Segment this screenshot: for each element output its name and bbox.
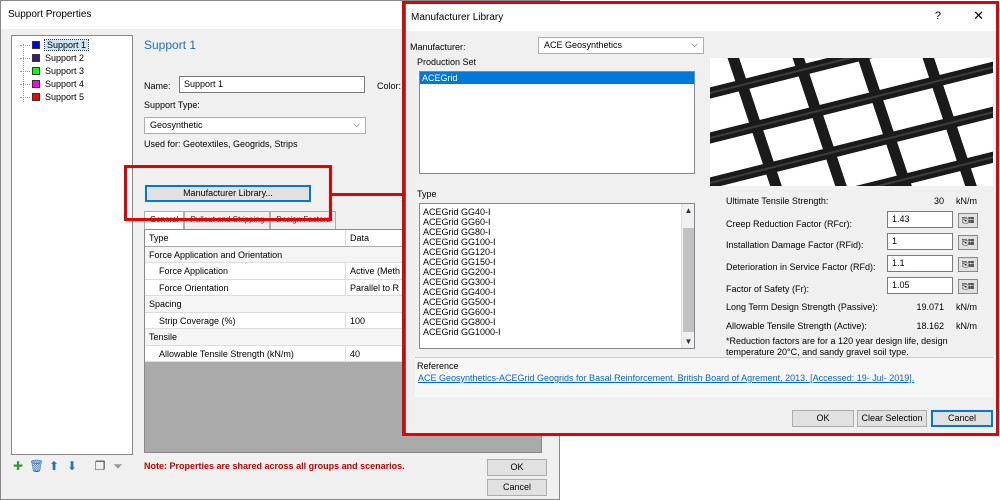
- move-up-icon[interactable]: ⬆: [47, 459, 61, 474]
- type-list[interactable]: ACEGrid GG40-I ACEGrid GG60-I ACEGrid GG…: [419, 203, 695, 349]
- delete-icon[interactable]: 🗑: [29, 459, 44, 474]
- ltds-label: Long Term Design Strength (Passive):: [726, 302, 878, 312]
- tree-item-support-4[interactable]: Support 4: [20, 78, 84, 90]
- color-swatch: [32, 80, 40, 88]
- name-input[interactable]: Support 1: [179, 76, 365, 93]
- list-item[interactable]: ACEGrid GG150-I: [423, 257, 496, 267]
- ultimate-tensile-value: 30: [933, 196, 944, 206]
- manufacturer-label: Manufacturer:: [410, 42, 466, 52]
- rfd-input[interactable]: 1.1: [887, 255, 953, 272]
- cancel-button[interactable]: Cancel: [487, 479, 547, 496]
- support-tree[interactable]: Support 1 Support 2 Support 3 Support 4 …: [11, 35, 133, 455]
- list-item[interactable]: ACEGrid GG80-I: [423, 227, 491, 237]
- unit-label: kN/m: [956, 302, 977, 312]
- calculator-icon[interactable]: ⎘▦: [958, 235, 978, 250]
- color-swatch: [32, 93, 40, 101]
- production-set-label: Production Set: [417, 57, 477, 67]
- tree-item-support-2[interactable]: Support 2: [20, 52, 84, 64]
- move-down-icon[interactable]: ⬇: [65, 459, 79, 474]
- fr-input[interactable]: 1.05: [887, 277, 953, 294]
- cancel-button[interactable]: Cancel: [931, 410, 993, 427]
- shared-properties-note: Note: Properties are shared across all g…: [144, 461, 405, 471]
- chevron-down-icon: ⌵: [691, 39, 698, 49]
- dialog-title: Manufacturer Library: [411, 12, 504, 23]
- list-item[interactable]: ACEGrid GG40-I: [423, 207, 491, 217]
- list-item[interactable]: ACEGrid GG60-I: [423, 217, 491, 227]
- list-item[interactable]: ACEGrid GG800-I: [423, 317, 496, 327]
- color-swatch: [32, 54, 40, 62]
- tree-item-support-5[interactable]: Support 5: [20, 91, 84, 103]
- support-heading: Support 1: [144, 38, 197, 52]
- rfd-label: Deterioration in Service Factor (RFd):: [726, 262, 876, 272]
- tree-toolbar: ✚ 🗑 ⬆ ⬇ ❐ ⏷: [11, 459, 125, 474]
- ats-value: 18.162: [916, 321, 944, 331]
- color-swatch: [32, 41, 40, 49]
- tab-general[interactable]: General: [144, 211, 185, 229]
- color-label: Color:: [377, 81, 402, 91]
- rfcr-label: Creep Reduction Factor (RFcr):: [726, 219, 853, 229]
- rfid-label: Installation Damage Factor (RFid):: [726, 240, 864, 250]
- reduction-footnote: *Reduction factors are for a 120 year de…: [726, 336, 948, 357]
- list-item[interactable]: ACEGrid GG120-I: [423, 247, 496, 257]
- fr-label: Factor of Safety (Fr):: [726, 284, 810, 294]
- unit-label: kN/m: [956, 321, 977, 331]
- rfid-input[interactable]: 1: [887, 233, 953, 250]
- tree-item-support-3[interactable]: Support 3: [20, 65, 84, 77]
- color-swatch: [32, 67, 40, 75]
- manufacturer-library-dialog: Manufacturer Library ? ✕ Manufacturer: A…: [405, 3, 997, 434]
- filter-icon[interactable]: ⏷: [111, 459, 125, 474]
- add-icon[interactable]: ✚: [11, 459, 25, 474]
- dialog-title-bar: Manufacturer Library ? ✕: [406, 4, 996, 31]
- rfcr-input[interactable]: 1.43: [887, 211, 953, 228]
- reference-link[interactable]: ACE Geosynthetics-ACEGrid Geogrids for B…: [418, 373, 914, 383]
- support-type-label: Support Type:: [144, 100, 200, 110]
- production-set-list[interactable]: ACEGrid: [419, 71, 695, 174]
- list-item[interactable]: ACEGrid GG500-I: [423, 297, 496, 307]
- calculator-icon[interactable]: ⎘▦: [958, 213, 978, 228]
- chevron-down-icon[interactable]: ▼: [682, 335, 694, 348]
- ultimate-tensile-label: Ultimate Tensile Strength:: [726, 196, 829, 206]
- unit-label: kN/m: [956, 196, 977, 206]
- reference-label: Reference: [417, 361, 459, 371]
- ok-button[interactable]: OK: [792, 410, 854, 427]
- list-item[interactable]: ACEGrid GG200-I: [423, 267, 496, 277]
- ltds-value: 19.071: [916, 302, 944, 312]
- used-for-text: Used for: Geotextiles, Geogrids, Strips: [144, 139, 298, 149]
- ats-label: Allowable Tensile Strength (Active):: [726, 321, 867, 331]
- copy-icon[interactable]: ❐: [93, 459, 107, 474]
- reference-section: Reference ACE Geosynthetics-ACEGrid Geog…: [415, 357, 993, 397]
- help-icon[interactable]: ?: [935, 10, 941, 22]
- type-label: Type: [417, 189, 437, 199]
- manufacturer-dropdown[interactable]: ACE Geosynthetics ⌵: [538, 37, 704, 54]
- calculator-icon[interactable]: ⎘▦: [958, 279, 978, 294]
- chevron-up-icon[interactable]: ▲: [682, 204, 694, 217]
- clear-selection-button[interactable]: Clear Selection: [857, 410, 927, 427]
- list-item[interactable]: ACEGrid GG100-I: [423, 237, 496, 247]
- ok-button[interactable]: OK: [487, 459, 547, 476]
- close-icon[interactable]: ✕: [973, 8, 984, 24]
- list-item[interactable]: ACEGrid GG600-I: [423, 307, 496, 317]
- tab-design-factors[interactable]: Design Factors: [270, 211, 337, 229]
- list-item[interactable]: ACEGrid GG400-I: [423, 287, 496, 297]
- calculator-icon[interactable]: ⎘▦: [958, 257, 978, 272]
- list-item[interactable]: ACEGrid GG300-I: [423, 277, 496, 287]
- list-item[interactable]: ACEGrid GG1000-I: [423, 327, 501, 337]
- type-list-scrollbar[interactable]: ▲ ▼: [681, 204, 694, 348]
- chevron-down-icon: ⌵: [353, 119, 360, 129]
- property-tabs: General Pullout and Stripping Design Fac…: [144, 211, 337, 229]
- geogrid-image: [710, 58, 993, 186]
- support-type-dropdown[interactable]: Geosynthetic ⌵: [144, 117, 366, 134]
- tab-pullout-stripping[interactable]: Pullout and Stripping: [184, 211, 271, 229]
- name-label: Name:: [144, 81, 171, 91]
- list-item[interactable]: ACEGrid: [420, 72, 694, 84]
- manufacturer-library-button[interactable]: Manufacturer Library...: [145, 185, 311, 202]
- scrollbar-thumb[interactable]: [683, 228, 694, 332]
- tree-item-support-1[interactable]: Support 1: [20, 39, 90, 51]
